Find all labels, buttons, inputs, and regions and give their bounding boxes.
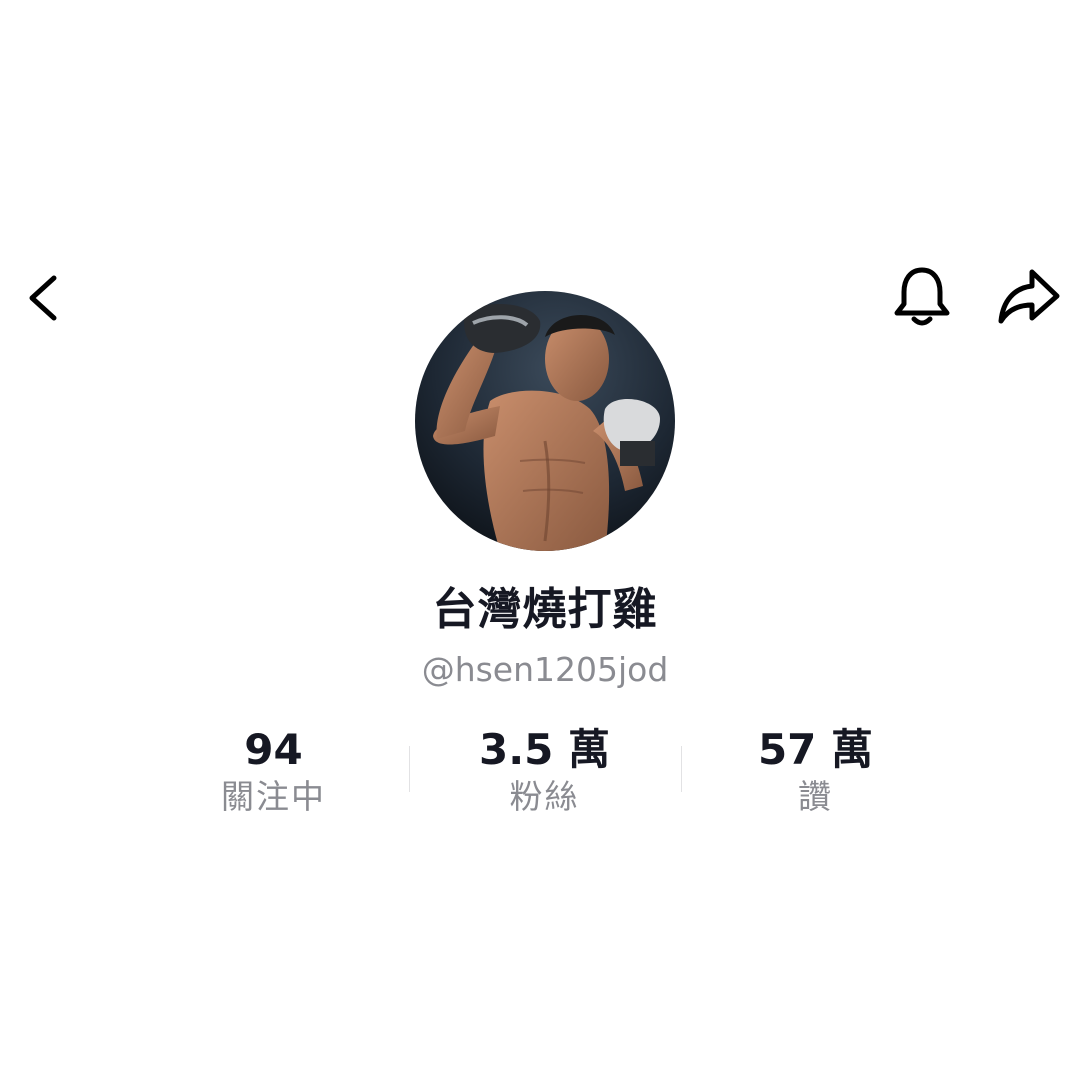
following-stat[interactable]: 94 關注中 <box>138 724 409 824</box>
bell-icon <box>894 267 950 326</box>
likes-label: 讚 <box>798 777 833 816</box>
followers-label: 粉絲 <box>509 777 580 816</box>
avatar[interactable] <box>415 291 675 551</box>
display-name: 台灣燒打雞 <box>432 584 658 635</box>
following-count: 94 <box>244 725 303 774</box>
likes-count: 57 萬 <box>757 725 874 774</box>
avatar-image <box>415 291 675 551</box>
followers-count: 3.5 萬 <box>478 725 611 774</box>
share-arrow-icon <box>998 269 1060 324</box>
following-label: 關注中 <box>221 777 326 816</box>
followers-stat[interactable]: 3.5 萬 粉絲 <box>409 724 680 824</box>
chevron-left-icon <box>29 275 57 321</box>
back-button[interactable] <box>22 268 66 328</box>
likes-stat[interactable]: 57 萬 讚 <box>680 724 951 824</box>
username: @hsen1205jod <box>421 650 669 689</box>
share-button[interactable] <box>996 266 1062 328</box>
profile-stats: 94 關注中 3.5 萬 粉絲 57 萬 讚 <box>138 724 952 824</box>
notification-button[interactable] <box>892 264 952 330</box>
